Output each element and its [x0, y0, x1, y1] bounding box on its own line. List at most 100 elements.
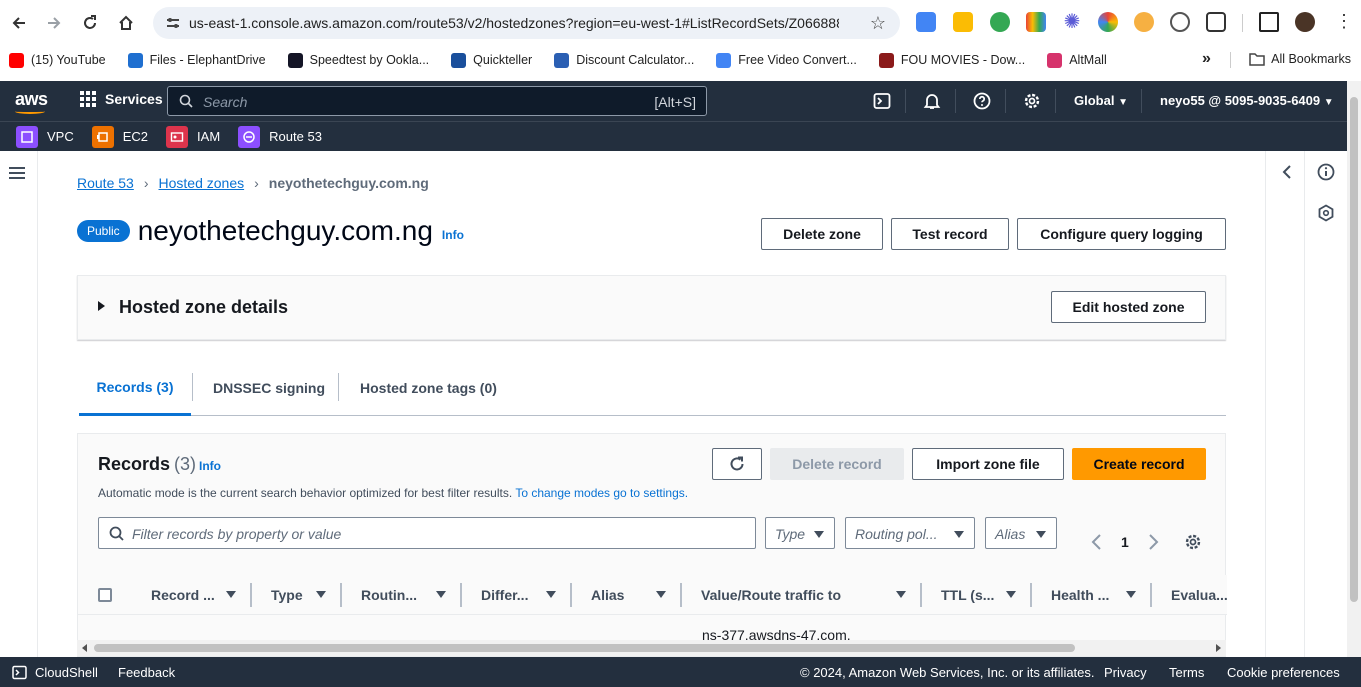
column-resizer[interactable]: [680, 583, 682, 607]
cloudshell-icon[interactable]: [873, 92, 891, 110]
hexagon-settings-icon[interactable]: [1317, 204, 1335, 222]
favorite-route53[interactable]: Route 53: [238, 125, 322, 148]
sort-caret-icon[interactable]: [1126, 591, 1136, 598]
column-header-ttl[interactable]: TTL (s...: [941, 587, 994, 603]
profile-avatar[interactable]: [1295, 12, 1315, 32]
favorite-vpc[interactable]: VPC: [16, 125, 74, 148]
site-info-icon[interactable]: [165, 15, 181, 31]
keep-extension-icon[interactable]: [953, 12, 973, 32]
sort-caret-icon[interactable]: [316, 591, 326, 598]
translate-extension-icon[interactable]: [916, 12, 936, 32]
settings-gear-icon[interactable]: [1023, 92, 1041, 110]
forward-icon[interactable]: [36, 5, 72, 41]
color-extension-icon[interactable]: [1026, 12, 1046, 32]
test-record-button[interactable]: Test record: [891, 218, 1009, 250]
column-resizer[interactable]: [460, 583, 462, 607]
routing-policy-filter-select[interactable]: Routing pol...: [845, 517, 975, 549]
records-info-link[interactable]: Info: [199, 459, 221, 473]
import-zone-file-button[interactable]: Import zone file: [912, 448, 1064, 480]
breadcrumb-hosted-zones[interactable]: Hosted zones: [159, 175, 245, 191]
bookmark-fou-movies[interactable]: FOU MOVIES - Dow...: [878, 52, 1025, 68]
delete-zone-button[interactable]: Delete zone: [761, 218, 883, 250]
sort-caret-icon[interactable]: [436, 591, 446, 598]
sidepanel-icon[interactable]: [1259, 12, 1279, 32]
bookmark-free-video-convert[interactable]: Free Video Convert...: [716, 52, 857, 68]
column-resizer[interactable]: [920, 583, 922, 607]
colorwheel-extension-icon[interactable]: [1098, 12, 1118, 32]
delete-record-button[interactable]: Delete record: [770, 448, 904, 480]
scrollbar-thumb[interactable]: [94, 644, 1075, 652]
cookie-preferences-link[interactable]: Cookie preferences: [1227, 665, 1340, 680]
page-vertical-scrollbar[interactable]: [1347, 81, 1361, 657]
table-preferences-gear-icon[interactable]: [1184, 533, 1202, 551]
sort-caret-icon[interactable]: [226, 591, 236, 598]
info-circle-icon[interactable]: [1317, 163, 1335, 181]
bookmark-speedtest[interactable]: Speedtest by Ookla...: [287, 52, 429, 68]
expand-caret-icon[interactable]: [98, 301, 105, 311]
column-header-value[interactable]: Value/Route traffic to: [701, 587, 841, 603]
favorite-ec2[interactable]: EC2: [91, 125, 148, 148]
sort-caret-icon[interactable]: [546, 591, 556, 598]
sort-caret-icon[interactable]: [896, 591, 906, 598]
refresh-button[interactable]: [712, 448, 762, 480]
address-bar[interactable]: us-east-1.console.aws.amazon.com/route53…: [153, 7, 900, 39]
alias-filter-select[interactable]: Alias: [985, 517, 1057, 549]
filter-records-input[interactable]: Filter records by property or value: [98, 517, 756, 549]
region-selector[interactable]: Global ▼: [1074, 93, 1128, 108]
favorite-iam[interactable]: IAM: [166, 125, 220, 148]
sort-caret-icon[interactable]: [656, 591, 666, 598]
aws-logo[interactable]: aws: [15, 89, 48, 114]
current-page-number[interactable]: 1: [1121, 534, 1129, 550]
previous-page-icon[interactable]: [1090, 533, 1104, 551]
column-header-health-check[interactable]: Health ...: [1051, 587, 1109, 603]
breadcrumb-route53[interactable]: Route 53: [77, 175, 134, 191]
account-menu[interactable]: neyo55 @ 5095-9035-6409 ▼: [1160, 93, 1334, 108]
all-bookmarks-button[interactable]: All Bookmarks: [1249, 52, 1351, 66]
column-header-alias[interactable]: Alias: [591, 587, 624, 603]
column-header-type[interactable]: Type: [271, 587, 303, 603]
column-header-differentiator[interactable]: Differ...: [481, 587, 528, 603]
globe-extension-icon[interactable]: [990, 12, 1010, 32]
scroll-right-arrow-icon[interactable]: [1216, 644, 1221, 652]
bookmark-quickteller[interactable]: Quickteller: [451, 52, 532, 68]
hosted-zone-details-title[interactable]: Hosted zone details: [119, 297, 288, 318]
bookmark-discount-calculator[interactable]: Discount Calculator...: [554, 52, 694, 68]
cloudshell-link[interactable]: CloudShell: [35, 665, 98, 680]
bookmark-elephantdrive[interactable]: Files - ElephantDrive: [127, 52, 266, 68]
services-menu-button[interactable]: Services: [80, 91, 163, 107]
terms-link[interactable]: Terms: [1169, 665, 1204, 680]
tab-records[interactable]: Records (3): [79, 360, 191, 416]
select-all-checkbox[interactable]: [98, 588, 112, 602]
configure-query-logging-button[interactable]: Configure query logging: [1017, 218, 1226, 250]
bookmarks-overflow-icon[interactable]: »: [1202, 50, 1211, 68]
privacy-link[interactable]: Privacy: [1104, 665, 1147, 680]
table-horizontal-scrollbar[interactable]: [77, 640, 1226, 656]
column-resizer[interactable]: [1030, 583, 1032, 607]
orange-extension-icon[interactable]: [1134, 12, 1154, 32]
column-resizer[interactable]: [340, 583, 342, 607]
browser-menu-icon[interactable]: ⋮: [1335, 12, 1353, 30]
asterisk-extension-icon[interactable]: ✺: [1062, 12, 1082, 32]
sort-caret-icon[interactable]: [1006, 591, 1016, 598]
create-record-button[interactable]: Create record: [1072, 448, 1206, 480]
bookmark-youtube[interactable]: (15) YouTube: [9, 52, 106, 68]
notifications-bell-icon[interactable]: [923, 92, 941, 110]
edit-hosted-zone-button[interactable]: Edit hosted zone: [1051, 291, 1206, 323]
column-resizer[interactable]: [1150, 583, 1152, 607]
column-resizer[interactable]: [570, 583, 572, 607]
tab-dnssec-signing[interactable]: DNSSEC signing: [213, 360, 325, 415]
reload-icon[interactable]: [72, 5, 108, 41]
home-icon[interactable]: [108, 5, 144, 41]
type-filter-select[interactable]: Type: [765, 517, 835, 549]
bookmark-altmall[interactable]: AltMall: [1047, 52, 1107, 68]
collapse-chevron-left-icon[interactable]: [1280, 164, 1294, 180]
column-header-evaluate[interactable]: Evalua...: [1171, 587, 1228, 603]
bookmark-star-icon[interactable]: ☆: [870, 13, 886, 34]
cloudshell-icon[interactable]: [12, 665, 27, 680]
scrollbar-thumb[interactable]: [1350, 97, 1358, 602]
tab-hosted-zone-tags[interactable]: Hosted zone tags (0): [360, 360, 497, 415]
column-header-record-name[interactable]: Record ...: [151, 587, 215, 603]
aws-search-input[interactable]: Search [Alt+S]: [167, 86, 707, 116]
menu-hamburger-icon[interactable]: [9, 167, 25, 179]
speed-extension-icon[interactable]: [1170, 12, 1190, 32]
